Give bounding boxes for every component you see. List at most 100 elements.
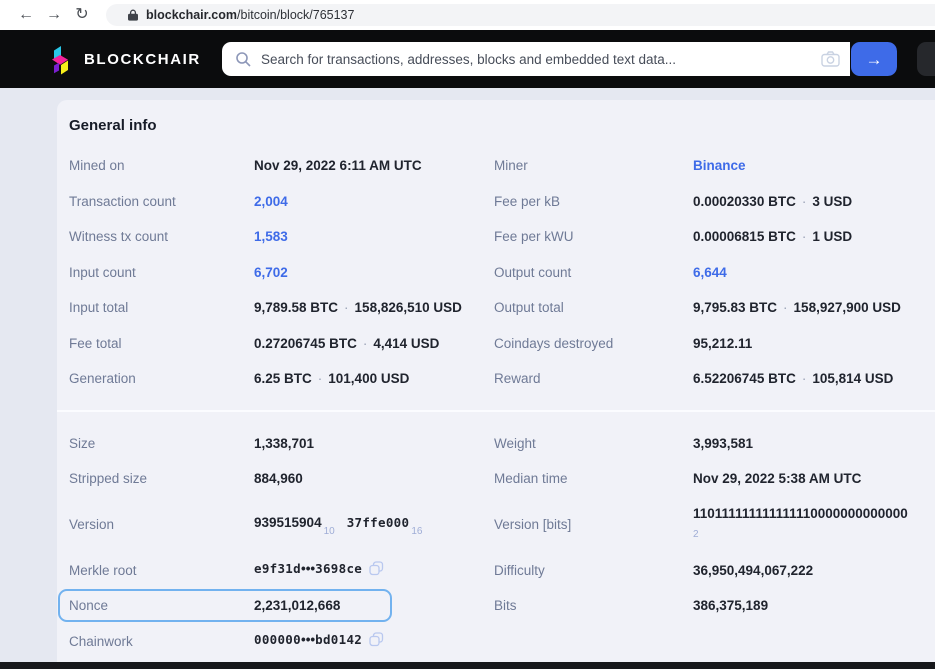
section-title-general-info: General info	[57, 100, 935, 148]
table-row: Stripped size 884,960 Median time Nov 29…	[57, 461, 935, 497]
usd-amount: 4,414 USD	[373, 336, 439, 351]
label-weight: Weight	[494, 436, 693, 451]
table-row: Fee total 0.27206745 BTC · 4,414 USD Coind…	[57, 326, 935, 362]
label-nonce: Nonce	[69, 598, 254, 613]
value-weight: 3,993,581	[693, 436, 935, 451]
url-bar[interactable]: blockchair.com/bitcoin/block/765137	[106, 4, 935, 26]
base-10-subscript: 10	[324, 526, 335, 537]
label-miner: Miner	[494, 158, 693, 173]
url-path: /bitcoin/block/765137	[237, 8, 354, 22]
hash-start: e9f31d	[254, 561, 301, 576]
separator-dot: ·	[344, 300, 349, 315]
forward-icon[interactable]: →	[40, 7, 68, 23]
value-nonce: 2,231,012,668	[254, 598, 494, 613]
label-output-count: Output count	[494, 265, 693, 280]
search-bar: →	[222, 42, 897, 76]
copy-icon[interactable]	[369, 561, 384, 579]
label-difficulty: Difficulty	[494, 563, 693, 578]
value-version-bits: 1101111111111111100000000000002	[693, 505, 935, 545]
label-reward: Reward	[494, 371, 693, 386]
value-fee-total: 0.27206745 BTC · 4,414 USD	[254, 336, 494, 351]
submit-arrow-icon: →	[866, 50, 883, 69]
search-icon	[235, 51, 252, 68]
label-witness-tx-count: Witness tx count	[69, 229, 254, 244]
usd-amount: 101,400 USD	[328, 371, 409, 386]
value-witness-tx-count-link[interactable]: 1,583	[254, 229, 494, 244]
page-background: General info Mined on Nov 29, 2022 6:11 …	[0, 88, 935, 669]
reload-icon[interactable]: ↻	[68, 7, 96, 23]
table-row: Mined on Nov 29, 2022 6:11 AM UTC Miner …	[57, 148, 935, 184]
table-row: Witness tx count 1,583 Fee per kWU 0.000…	[57, 219, 935, 255]
label-input-total: Input total	[69, 300, 254, 315]
block-info-card: General info Mined on Nov 29, 2022 6:11 …	[57, 100, 935, 669]
label-generation: Generation	[69, 371, 254, 386]
label-coindays-destroyed: Coindays destroyed	[494, 336, 693, 351]
version-decimal: 939515904	[254, 515, 322, 530]
usd-amount: 105,814 USD	[812, 371, 893, 386]
value-median-time: Nov 29, 2022 5:38 AM UTC	[693, 471, 935, 486]
label-size: Size	[69, 436, 254, 451]
bottom-edge-strip	[0, 662, 935, 669]
value-fee-per-kb: 0.00020330 BTC · 3 USD	[693, 194, 935, 209]
search-input[interactable]	[261, 52, 821, 67]
label-merkle-root: Merkle root	[69, 563, 254, 578]
version-bits-binary: 110111111111111110000000000000	[693, 505, 935, 522]
usd-amount: 158,826,510 USD	[355, 300, 462, 315]
brand-name: BLOCKCHAIR	[84, 51, 201, 68]
separator-dot: ·	[802, 371, 807, 386]
table-row: Input count 6,702 Output count 6,644	[57, 255, 935, 291]
base-16-subscript: 16	[411, 526, 422, 537]
browser-chrome: ← → ↻ blockchair.com/bitcoin/block/76513…	[0, 0, 935, 30]
search-field[interactable]	[222, 42, 850, 76]
value-stripped-size: 884,960	[254, 471, 494, 486]
back-icon[interactable]: ←	[12, 7, 40, 23]
hash-end: bd0142	[315, 632, 362, 647]
separator-dot: ·	[802, 229, 807, 244]
label-mined-on: Mined on	[69, 158, 254, 173]
label-transaction-count: Transaction count	[69, 194, 254, 209]
value-mined-on: Nov 29, 2022 6:11 AM UTC	[254, 158, 494, 173]
value-merkle-root: e9f31d•••3698ce	[254, 561, 494, 579]
separator-dot: ·	[802, 194, 807, 209]
label-bits: Bits	[494, 598, 693, 613]
usd-amount: 158,927,900 USD	[794, 300, 901, 315]
hash-ellipsis: •••	[301, 632, 315, 647]
separator-dot: ·	[783, 300, 788, 315]
url-domain: blockchair.com	[146, 8, 237, 22]
label-input-count: Input count	[69, 265, 254, 280]
label-fee-total: Fee total	[69, 336, 254, 351]
blockchair-logo[interactable]: BLOCKCHAIR	[48, 44, 201, 75]
label-fee-per-kwu: Fee per kWU	[494, 229, 693, 244]
camera-icon[interactable]	[821, 51, 840, 67]
table-row: Input total 9,789.58 BTC · 158,826,510 USD…	[57, 290, 935, 326]
table-row: Version 9395159041037ffe00016 Version [b…	[57, 497, 935, 553]
value-chainwork: 000000•••bd0142	[254, 632, 494, 650]
hash-end: 3698ce	[315, 561, 362, 576]
search-submit-button[interactable]: →	[851, 42, 897, 76]
value-version: 9395159041037ffe00016	[254, 515, 494, 534]
value-coindays-destroyed: 95,212.11	[693, 336, 935, 351]
btc-amount: 0.00006815 BTC	[693, 229, 796, 244]
value-fee-per-kwu: 0.00006815 BTC·1 USD	[693, 229, 935, 244]
separator-dot: ·	[363, 336, 368, 351]
site-header: BLOCKCHAIR →	[0, 30, 935, 88]
separator-dot: ·	[318, 371, 323, 386]
technical-details-section: Size 1,338,701 Weight 3,993,581 Stripped…	[57, 412, 935, 660]
btc-amount: 0.00020330 BTC	[693, 194, 796, 209]
btc-amount: 9,789.58 BTC	[254, 300, 338, 315]
usd-amount: 3 USD	[812, 194, 852, 209]
hash-start: 000000	[254, 632, 301, 647]
btc-amount: 0.27206745 BTC	[254, 336, 357, 351]
value-miner-link[interactable]: Binance	[693, 158, 935, 173]
value-transaction-count-link[interactable]: 2,004	[254, 194, 494, 209]
table-row: Size 1,338,701 Weight 3,993,581	[57, 426, 935, 462]
value-output-count-link[interactable]: 6,644	[693, 265, 935, 280]
label-version-bits: Version [bits]	[494, 517, 693, 532]
header-menu-button[interactable]	[917, 42, 935, 76]
copy-icon[interactable]	[369, 632, 384, 650]
table-row-nonce: Nonce 2,231,012,668 Bits 386,375,189	[57, 588, 935, 624]
table-row: Generation 6.25 BTC·101,400 USD Reward 6…	[57, 361, 935, 397]
blockchair-logo-icon	[48, 44, 72, 75]
value-input-total: 9,789.58 BTC · 158,826,510 USD	[254, 300, 494, 315]
value-input-count-link[interactable]: 6,702	[254, 265, 494, 280]
